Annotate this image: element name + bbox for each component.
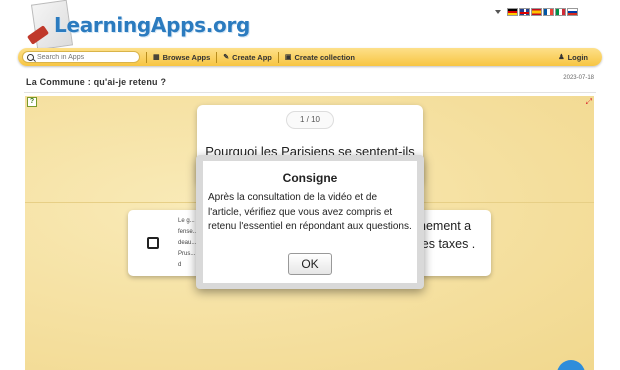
divider <box>277 51 279 63</box>
fullscreen-icon[interactable]: ⤢ <box>586 97 592 107</box>
page-date: 2023-07-18 <box>563 75 594 81</box>
create-collection-label: Create collection <box>294 52 355 62</box>
collection-icon: ▣ <box>284 54 292 61</box>
flag-de-icon[interactable] <box>507 8 518 16</box>
dialog-body: Consigne Après la consultation de la vid… <box>203 161 417 283</box>
answer-right-text: nement a les taxes . <box>419 219 476 251</box>
pencil-icon: ✎ <box>223 54 230 61</box>
logo-text: LearningApps.org <box>54 13 251 37</box>
flag-es-icon[interactable] <box>531 8 542 16</box>
create-collection-link[interactable]: ▣ Create collection <box>285 53 355 62</box>
login-label: Login <box>567 52 588 62</box>
user-icon: ♟ <box>558 54 565 61</box>
floating-action-button[interactable] <box>557 360 585 370</box>
help-icon[interactable]: ? <box>27 97 37 107</box>
logo[interactable]: LearningApps.org <box>20 0 250 51</box>
search-icon <box>27 53 34 61</box>
flag-gb-icon[interactable] <box>519 8 530 16</box>
search-box[interactable] <box>22 51 140 63</box>
app-frame: ? ⤢ 1 / 10 Pourquoi les Parisiens se sen… <box>25 96 594 370</box>
flag-fr-icon[interactable] <box>543 8 554 16</box>
browse-apps-label: Browse Apps <box>162 52 211 62</box>
divider <box>216 51 218 63</box>
grid-icon: ▦ <box>153 54 160 61</box>
answer-checkbox[interactable] <box>147 237 159 249</box>
flag-it-icon[interactable] <box>555 8 566 16</box>
flag-ru-icon[interactable] <box>567 8 578 16</box>
divider <box>146 51 147 63</box>
title-divider <box>24 92 596 93</box>
navbar: ▦ Browse Apps ✎ Create App ▣ Create coll… <box>18 48 602 66</box>
page-title: La Commune : qu'ai-je retenu ? <box>26 77 167 87</box>
question-counter: 1 / 10 <box>286 111 334 129</box>
search-input[interactable] <box>37 53 127 61</box>
dropdown-arrow-icon[interactable] <box>495 10 501 14</box>
create-app-label: Create App <box>232 52 272 62</box>
language-selector[interactable] <box>495 7 578 17</box>
dialog-title: Consigne <box>282 171 338 185</box>
answer-card-right[interactable]: nement a les taxes . <box>413 210 491 276</box>
ok-button[interactable]: OK <box>288 253 332 275</box>
browse-apps-link[interactable]: ▦ Browse Apps <box>153 53 210 62</box>
create-app-link[interactable]: ✎ Create App <box>223 53 272 62</box>
instruction-dialog: Consigne Après la consultation de la vid… <box>196 155 424 289</box>
login-link[interactable]: ♟ Login <box>558 53 588 62</box>
dialog-text: Après la consultation de la vidéo et de … <box>208 192 412 232</box>
